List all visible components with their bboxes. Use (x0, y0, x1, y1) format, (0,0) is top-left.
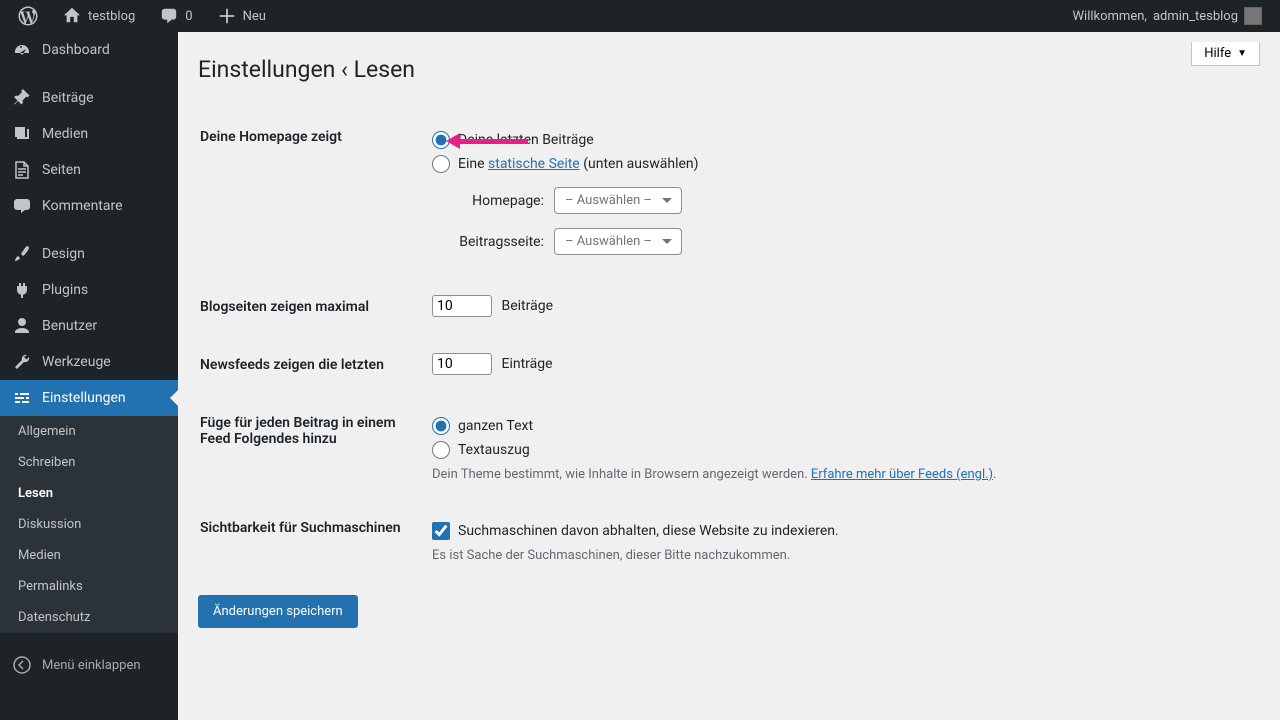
wp-logo-menu[interactable] (8, 0, 48, 32)
welcome-text: Willkommen, (1073, 9, 1147, 24)
blog-pages-suffix: Beiträge (501, 298, 553, 314)
checkbox-noindex[interactable] (432, 522, 450, 540)
plug-icon (12, 280, 32, 300)
menu-label: Beiträge (42, 90, 94, 106)
menu-pages[interactable]: Seiten (0, 152, 178, 188)
new-content-menu[interactable]: Neu (207, 0, 276, 32)
content-area: Hilfe ▼ Einstellungen ‹ Lesen Deine Home… (178, 32, 1280, 720)
menu-posts[interactable]: Beiträge (0, 80, 178, 116)
menu-label: Einstellungen (42, 390, 126, 406)
feed-content-label: Füge für jeden Beitrag in einem Feed Fol… (200, 395, 420, 498)
homepage-select[interactable]: – Auswählen – (554, 187, 682, 214)
posts-page-select-label: Beitragsseite: (452, 234, 544, 250)
menu-users[interactable]: Benutzer (0, 308, 178, 344)
posts-page-select[interactable]: – Auswählen – (554, 228, 682, 255)
submenu-privacy[interactable]: Datenschutz (0, 602, 178, 633)
page-title: Einstellungen ‹ Lesen (198, 56, 1260, 83)
new-content-label: Neu (243, 9, 266, 24)
comment-icon (12, 196, 32, 216)
page-icon (12, 160, 32, 180)
radio-latest-posts-label: Deine letzten Beiträge (458, 132, 594, 148)
pin-icon (12, 88, 32, 108)
help-tab[interactable]: Hilfe ▼ (1191, 42, 1260, 66)
comments-menu[interactable]: 0 (149, 0, 202, 32)
menu-label: Dashboard (42, 42, 110, 58)
collapse-icon (12, 655, 32, 675)
menu-comments[interactable]: Kommentare (0, 188, 178, 224)
brush-icon (12, 244, 32, 264)
submenu-media[interactable]: Medien (0, 540, 178, 571)
radio-latest-posts[interactable] (432, 131, 450, 149)
feed-learn-more-link[interactable]: Erfahre mehr über Feeds (engl.) (811, 467, 993, 482)
wrench-icon (12, 352, 32, 372)
submenu-permalinks[interactable]: Permalinks (0, 571, 178, 602)
submenu-general[interactable]: Allgemein (0, 416, 178, 447)
comments-count: 0 (185, 9, 192, 24)
menu-label: Werkzeuge (42, 354, 111, 370)
comment-icon (159, 6, 179, 26)
site-name-text: testblog (88, 9, 135, 24)
wordpress-logo-icon (18, 6, 38, 26)
menu-plugins[interactable]: Plugins (0, 272, 178, 308)
collapse-label: Menü einklappen (42, 658, 141, 673)
menu-label: Design (42, 246, 85, 262)
feed-description: Dein Theme bestimmt, wie Inhalte in Brow… (432, 467, 1248, 482)
radio-static-page[interactable] (432, 155, 450, 173)
menu-label: Seiten (42, 162, 81, 178)
radio-full-text[interactable] (432, 417, 450, 435)
menu-media[interactable]: Medien (0, 116, 178, 152)
checkbox-noindex-label: Suchmaschinen davon abhalten, diese Webs… (458, 523, 839, 539)
collapse-menu[interactable]: Menü einklappen (0, 645, 178, 685)
homepage-display-label: Deine Homepage zeigt (200, 109, 420, 277)
account-menu[interactable]: Willkommen, admin_tesblog (1063, 0, 1273, 32)
menu-tools[interactable]: Werkzeuge (0, 344, 178, 380)
radio-excerpt-label: Textauszug (458, 442, 530, 458)
plus-icon (217, 6, 237, 26)
menu-label: Plugins (42, 282, 88, 298)
admin-sidebar: Dashboard Beiträge Medien Seiten Komment… (0, 32, 178, 720)
username-text: admin_tesblog (1153, 9, 1238, 24)
avatar (1244, 7, 1262, 25)
help-label: Hilfe (1204, 46, 1231, 61)
settings-submenu: Allgemein Schreiben Lesen Diskussion Med… (0, 416, 178, 633)
site-name-menu[interactable]: testblog (52, 0, 145, 32)
radio-excerpt[interactable] (432, 441, 450, 459)
feed-items-input[interactable] (432, 353, 492, 375)
homepage-select-label: Homepage: (452, 193, 544, 209)
menu-dashboard[interactable]: Dashboard (0, 32, 178, 68)
static-page-link[interactable]: statische Seite (488, 156, 580, 172)
submenu-discussion[interactable]: Diskussion (0, 509, 178, 540)
menu-settings[interactable]: Einstellungen (0, 380, 178, 416)
dashboard-icon (12, 40, 32, 60)
visibility-label: Sichtbarkeit für Suchmaschinen (200, 500, 420, 579)
radio-static-page-label: Eine statische Seite (unten auswählen) (458, 156, 699, 172)
save-button[interactable]: Änderungen speichern (198, 595, 358, 628)
menu-label: Kommentare (42, 198, 123, 214)
media-icon (12, 124, 32, 144)
feed-items-suffix: Einträge (501, 356, 552, 372)
user-icon (12, 316, 32, 336)
blog-pages-label: Blogseiten zeigen maximal (200, 279, 420, 335)
menu-label: Benutzer (42, 318, 97, 334)
menu-label: Medien (42, 126, 88, 142)
admin-bar: testblog 0 Neu Willkommen, admin_tesblog (0, 0, 1280, 32)
blog-pages-input[interactable] (432, 295, 492, 317)
chevron-down-icon: ▼ (1237, 48, 1247, 59)
feed-items-label: Newsfeeds zeigen die letzten (200, 337, 420, 393)
radio-full-text-label: ganzen Text (458, 418, 533, 434)
submenu-reading[interactable]: Lesen (0, 478, 178, 509)
sliders-icon (12, 388, 32, 408)
menu-appearance[interactable]: Design (0, 236, 178, 272)
submenu-writing[interactable]: Schreiben (0, 447, 178, 478)
home-icon (62, 6, 82, 26)
visibility-description: Es ist Sache der Suchmaschinen, dieser B… (432, 548, 1248, 563)
